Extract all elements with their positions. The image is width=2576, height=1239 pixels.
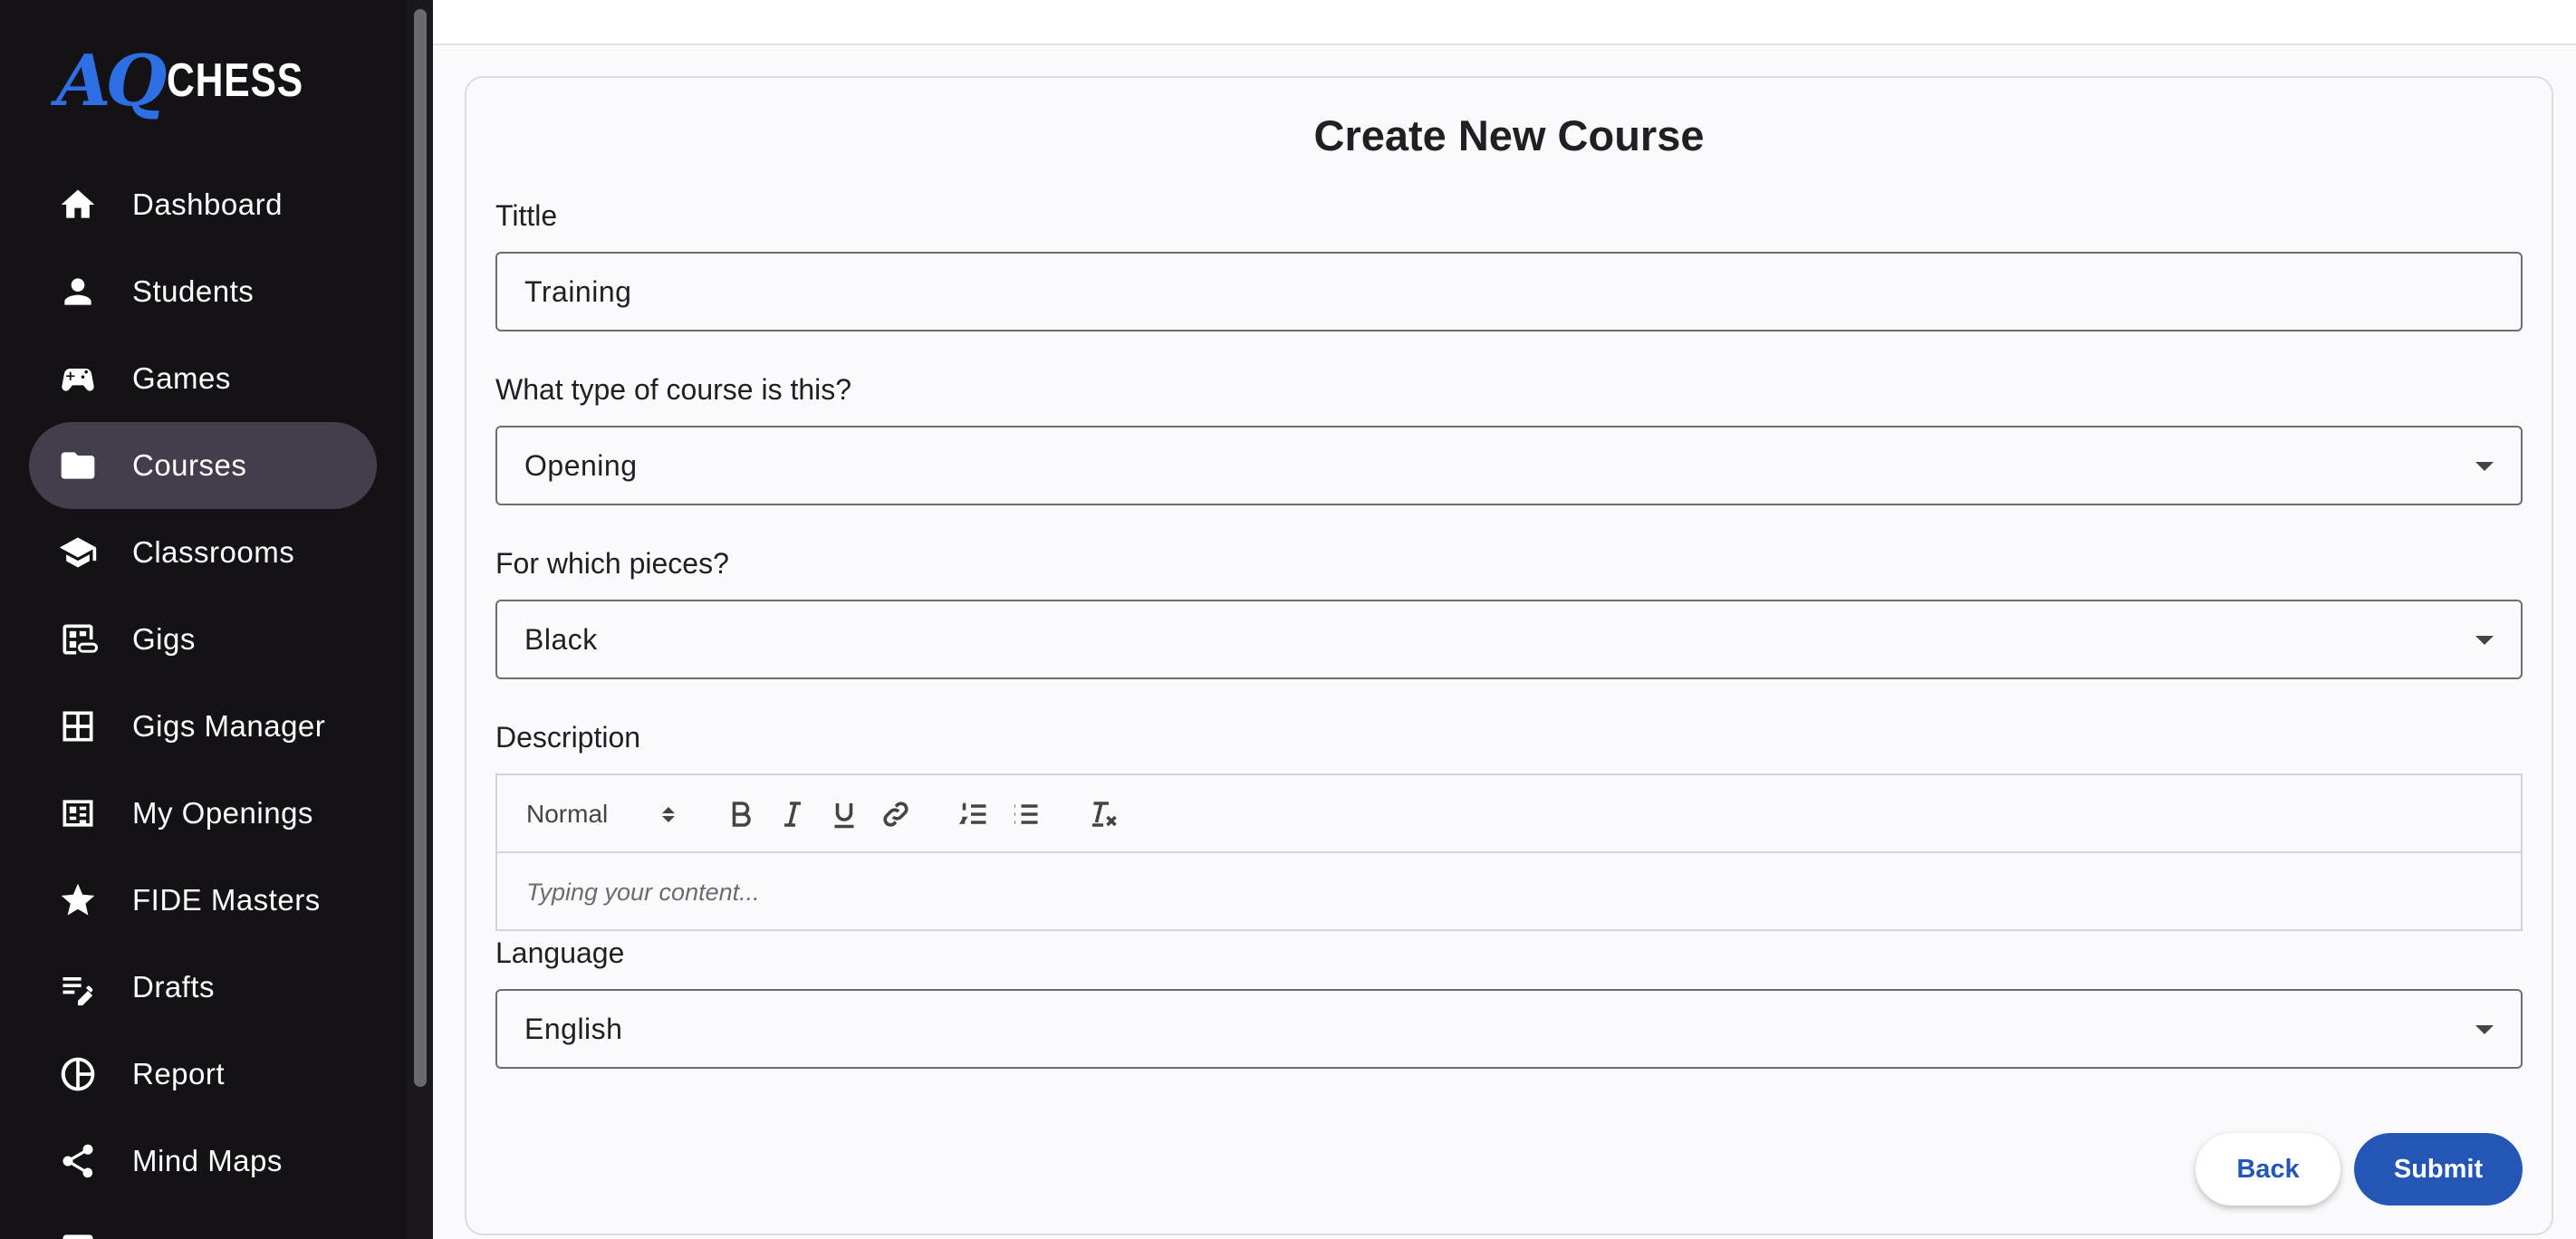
editor-placeholder: Typing your content... <box>526 879 760 906</box>
italic-icon[interactable] <box>774 795 812 833</box>
title-input-value: Training <box>524 275 632 308</box>
sidebar-item-classrooms[interactable]: Classrooms <box>29 509 377 596</box>
pie-chart-icon <box>58 1054 98 1094</box>
format-select[interactable]: Normal <box>526 795 676 833</box>
sidebar-item-drafts[interactable]: Drafts <box>29 944 377 1031</box>
format-select-value: Normal <box>526 800 609 828</box>
sidebar-item-label: My Openings <box>132 796 313 830</box>
sidebar: AQ CHESS Dashboard Students Games Course… <box>0 0 408 1239</box>
course-type-label: What type of course is this? <box>495 373 852 406</box>
sidebar-item-label: Courses <box>132 448 247 482</box>
sidebar-item-label: Games <box>132 361 231 395</box>
course-type-select[interactable]: Opening <box>495 426 2523 505</box>
description-editor[interactable]: Normal Typing your content... <box>495 773 2523 931</box>
sidebar-item-label: Students <box>132 274 255 308</box>
app-logo[interactable]: AQ CHESS <box>56 39 334 122</box>
dropdown-arrow-icon <box>2475 462 2494 471</box>
sidebar-item-mind-maps[interactable]: Mind Maps <box>29 1118 377 1205</box>
bullet-list-icon[interactable] <box>1006 795 1044 833</box>
dropdown-arrow-icon <box>2475 1025 2494 1034</box>
person-icon <box>58 272 98 312</box>
description-label: Description <box>495 721 641 754</box>
star-icon <box>58 880 98 920</box>
course-type-value: Opening <box>524 449 638 482</box>
bold-icon[interactable] <box>722 795 760 833</box>
submit-button[interactable]: Submit <box>2354 1133 2523 1205</box>
ordered-list-icon[interactable] <box>955 795 993 833</box>
pieces-value: Black <box>524 623 598 656</box>
language-value: English <box>524 1013 623 1045</box>
folder-icon <box>58 446 98 485</box>
clear-format-icon[interactable] <box>1084 795 1122 833</box>
sidebar-nav: Dashboard Students Games Courses Classro… <box>29 161 377 1239</box>
sidebar-item-dashboard[interactable]: Dashboard <box>29 161 377 248</box>
title-field-label: Tittle <box>495 199 558 232</box>
sidebar-item-courses[interactable]: Courses <box>29 422 377 509</box>
sidebar-item-label: Drafts <box>132 970 216 1004</box>
editor-toolbar: Normal <box>497 775 2521 853</box>
sidebar-item-label: Classrooms <box>132 535 295 569</box>
home-icon <box>58 185 98 225</box>
back-button[interactable]: Back <box>2196 1133 2341 1205</box>
gigs-link-icon <box>58 620 98 659</box>
sidebar-item-gigs-manager[interactable]: Gigs Manager <box>29 683 377 770</box>
sidebar-item-report[interactable]: Report <box>29 1031 377 1118</box>
sidebar-item-gigs[interactable]: Gigs <box>29 596 377 683</box>
grid-icon <box>58 706 98 746</box>
sidebar-item-my-openings[interactable]: My Openings <box>29 770 377 857</box>
title-input[interactable]: Training <box>495 252 2523 331</box>
link-icon[interactable] <box>877 795 915 833</box>
openings-icon <box>58 793 98 833</box>
edit-note-icon <box>58 967 98 1007</box>
gamepad-icon <box>58 359 98 399</box>
sidebar-item-students[interactable]: Students <box>29 248 377 335</box>
pieces-select[interactable]: Black <box>495 600 2523 679</box>
page-title: Create New Course <box>1313 111 1705 159</box>
dropdown-arrow-icon <box>2475 636 2494 645</box>
underline-icon[interactable] <box>825 795 863 833</box>
top-bar <box>433 0 2576 45</box>
sidebar-item-games[interactable]: Games <box>29 335 377 422</box>
sidebar-item-label: FIDE Masters <box>132 883 321 917</box>
logo-mark: AQ <box>56 39 167 122</box>
logo-text: CHESS <box>167 54 304 107</box>
create-course-card: Create New Course Tittle Training What t… <box>465 76 2553 1235</box>
sidebar-item-label: Gigs <box>132 622 196 656</box>
school-icon <box>58 533 98 572</box>
sidebar-item-label: Gigs Manager <box>132 709 326 743</box>
pieces-label: For which pieces? <box>495 547 729 580</box>
calendar-icon <box>58 1228 98 1239</box>
sidebar-item-partial[interactable] <box>29 1205 377 1239</box>
language-label: Language <box>495 936 625 969</box>
sidebar-scrollbar-thumb[interactable] <box>414 9 427 1087</box>
sidebar-item-label: Report <box>132 1057 226 1090</box>
updown-arrows-icon <box>662 806 676 822</box>
sidebar-item-fide-masters[interactable]: FIDE Masters <box>29 857 377 944</box>
share-icon <box>58 1141 98 1181</box>
sidebar-item-label: Dashboard <box>132 187 283 221</box>
language-select[interactable]: English <box>495 989 2523 1069</box>
sidebar-item-label: Mind Maps <box>132 1144 283 1177</box>
